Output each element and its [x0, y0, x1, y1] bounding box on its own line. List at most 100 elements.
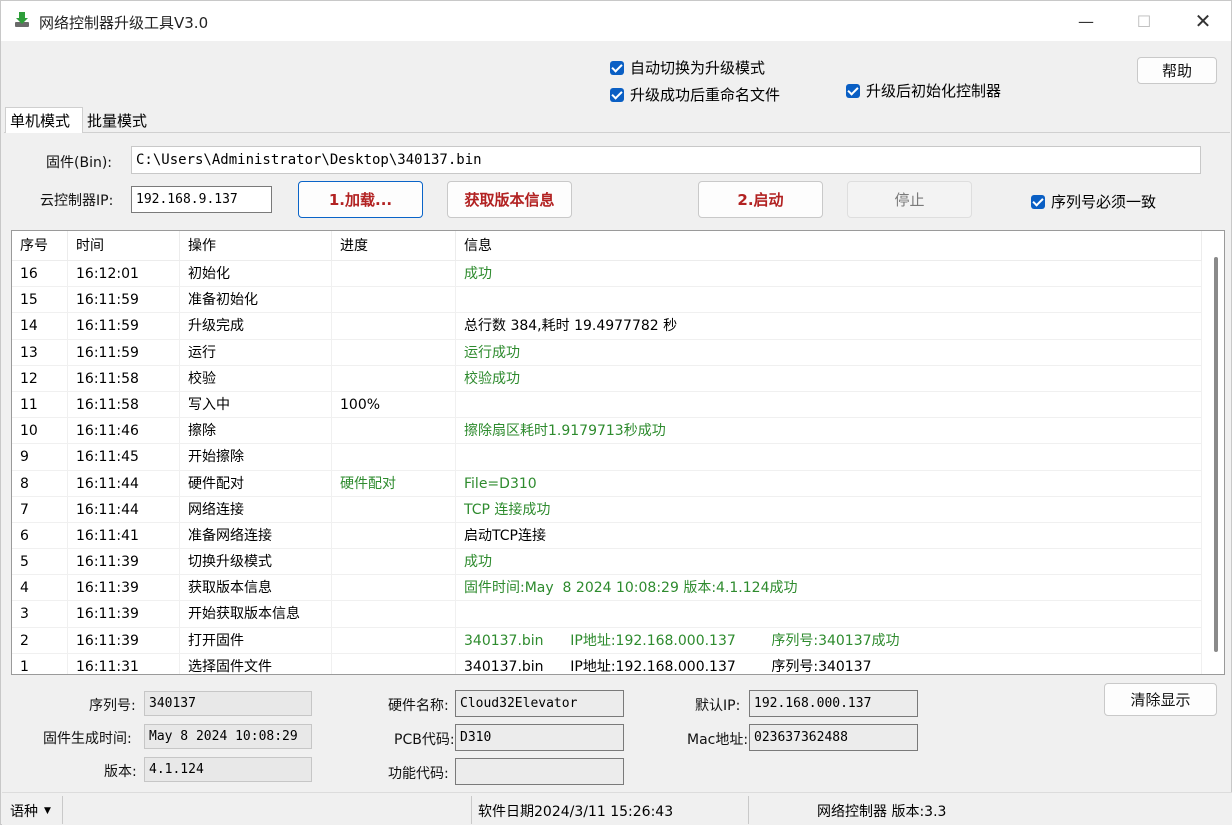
cell-time: 16:11:39 — [68, 627, 180, 654]
cell-time: 16:11:39 — [68, 575, 180, 602]
chevron-down-icon: ▼ — [44, 806, 51, 816]
cell-progress: 100% — [332, 391, 456, 418]
func-code-label: 功能代码: — [388, 766, 449, 782]
cell-operation: 写入中 — [180, 391, 332, 418]
table-row[interactable]: 11 16:11:58 写入中 100% — [12, 391, 1202, 419]
column-header-no[interactable]: 序号 — [12, 231, 68, 261]
table-row[interactable]: 1 16:11:31 选择固件文件 340137.bin IP地址:192.168.0… — [12, 653, 1202, 674]
tab-batch-mode[interactable]: 批量模式 — [83, 107, 153, 133]
cell-no: 7 — [12, 496, 68, 523]
cell-progress — [332, 496, 456, 523]
rename-after-checkbox[interactable]: 升级成功后重命名文件 — [610, 84, 780, 105]
cell-operation: 准备初始化 — [180, 287, 332, 314]
status-separator — [471, 796, 472, 824]
table-row[interactable]: 15 16:11:59 准备初始化 — [12, 287, 1202, 314]
cell-info: 成功 — [456, 261, 1202, 287]
cell-no: 12 — [12, 365, 68, 392]
tab-single-mode[interactable]: 单机模式 — [5, 107, 83, 133]
cell-time: 16:11:58 — [68, 365, 180, 392]
cell-progress — [332, 444, 456, 471]
clear-display-button[interactable]: 清除显示 — [1104, 683, 1217, 716]
table-row[interactable]: 9 16:11:45 开始擦除 — [12, 444, 1202, 471]
cell-no: 16 — [12, 261, 68, 287]
table-row[interactable]: 8 16:11:44 硬件配对 硬件配对 File=D310 — [12, 470, 1202, 497]
init-after-checkbox[interactable]: 升级后初始化控制器 — [846, 80, 1001, 101]
cell-operation: 擦除 — [180, 418, 332, 445]
column-header-operation[interactable]: 操作 — [180, 231, 332, 261]
log-list[interactable]: 序号 时间 操作 进度 信息 16 16:12:01 初始化 成功 15 16:11:59… — [11, 230, 1225, 675]
checkbox-checked-icon — [846, 83, 860, 98]
cell-progress — [332, 287, 456, 314]
cell-operation: 硬件配对 — [180, 470, 332, 497]
close-button[interactable]: ✕ — [1188, 9, 1218, 33]
default-ip-field: 192.168.000.137 — [749, 690, 918, 717]
cell-info: 总行数 384,耗时 19.4977782 秒 — [456, 313, 1202, 340]
cell-no: 6 — [12, 522, 68, 549]
cell-time: 16:11:39 — [68, 549, 180, 576]
firmware-label: 固件(Bin): — [46, 155, 113, 171]
checkbox-checked-icon — [610, 87, 624, 102]
firmware-path-input[interactable]: C:\Users\Administrator\Desktop\340137.bi… — [131, 146, 1201, 174]
cell-operation: 网络连接 — [180, 496, 332, 523]
auto-switch-checkbox[interactable]: 自动切换为升级模式 — [610, 57, 765, 78]
cell-time: 16:11:41 — [68, 522, 180, 549]
cell-info: TCP 连接成功 — [456, 496, 1202, 523]
log-list-header: 序号 时间 操作 进度 信息 — [12, 231, 1202, 261]
cell-no: 5 — [12, 549, 68, 576]
table-row[interactable]: 13 16:11:59 运行 运行成功 — [12, 339, 1202, 366]
column-header-time[interactable]: 时间 — [68, 231, 180, 261]
build-time-label: 固件生成时间: — [43, 731, 132, 747]
func-code-field — [455, 758, 624, 785]
language-label: 语种 — [10, 804, 38, 820]
start-button[interactable]: 2.启动 — [698, 181, 823, 218]
cell-operation: 打开固件 — [180, 627, 332, 654]
product-version: 网络控制器 版本:3.3 — [817, 804, 947, 820]
status-separator — [62, 796, 63, 824]
version-field: 4.1.124 — [144, 757, 312, 782]
table-row[interactable]: 12 16:11:58 校验 校验成功 — [12, 365, 1202, 392]
stop-button[interactable]: 停止 — [847, 181, 972, 218]
column-header-progress[interactable]: 进度 — [332, 231, 456, 261]
table-row[interactable]: 6 16:11:41 准备网络连接 启动TCP连接 — [12, 522, 1202, 550]
build-time-field: May 8 2024 10:08:29 — [144, 724, 312, 749]
title-bar: 网络控制器升级工具V3.0 — ☐ ✕ — [1, 1, 1231, 41]
cell-progress: 硬件配对 — [332, 470, 456, 497]
cell-operation: 初始化 — [180, 261, 332, 287]
help-button[interactable]: 帮助 — [1137, 57, 1217, 84]
cell-operation: 切换升级模式 — [180, 549, 332, 576]
cell-no: 10 — [12, 418, 68, 445]
cell-info: 固件时间:May 8 2024 10:08:29 版本:4.1.124成功 — [456, 575, 1202, 602]
cell-time: 16:11:44 — [68, 470, 180, 497]
cell-time: 16:11:45 — [68, 444, 180, 471]
table-row[interactable]: 5 16:11:39 切换升级模式 成功 — [12, 549, 1202, 576]
table-row[interactable]: 7 16:11:44 网络连接 TCP 连接成功 — [12, 496, 1202, 523]
cell-info — [456, 444, 1202, 471]
scrollbar-thumb[interactable] — [1214, 257, 1218, 652]
language-dropdown[interactable]: 语种 ▼ — [10, 801, 51, 821]
serial-match-checkbox[interactable]: 序列号必须一致 — [1031, 191, 1156, 212]
serial-field: 340137 — [144, 691, 312, 716]
load-button[interactable]: 1.加载... — [298, 181, 423, 218]
table-row[interactable]: 3 16:11:39 开始获取版本信息 — [12, 601, 1202, 628]
vertical-scrollbar[interactable] — [1210, 233, 1222, 673]
column-header-info[interactable]: 信息 — [456, 231, 1202, 261]
table-row[interactable]: 4 16:11:39 获取版本信息 固件时间:May 8 2024 10:08:29 … — [12, 575, 1202, 602]
cell-operation: 选择固件文件 — [180, 653, 332, 674]
hw-name-field: Cloud32Elevator — [455, 690, 624, 717]
cloud-ip-input[interactable]: 192.168.9.137 — [131, 186, 272, 213]
cell-progress — [332, 365, 456, 392]
table-row[interactable]: 16 16:12:01 初始化 成功 — [12, 261, 1202, 288]
minimize-button[interactable]: — — [1071, 9, 1101, 33]
cell-no: 3 — [12, 601, 68, 628]
app-window: 网络控制器升级工具V3.0 — ☐ ✕ 自动切换为升级模式 升级成功后重命名文件… — [0, 0, 1232, 825]
table-row[interactable]: 2 16:11:39 打开固件 340137.bin IP地址:192.168.000… — [12, 627, 1202, 654]
get-version-button[interactable]: 获取版本信息 — [447, 181, 572, 218]
table-row[interactable]: 14 16:11:59 升级完成 总行数 384,耗时 19.4977782 秒 — [12, 313, 1202, 340]
cell-progress — [332, 549, 456, 576]
cell-operation: 开始擦除 — [180, 444, 332, 471]
cell-info: 启动TCP连接 — [456, 522, 1202, 549]
maximize-button[interactable]: ☐ — [1129, 9, 1159, 33]
table-row[interactable]: 10 16:11:46 擦除 擦除扇区耗时1.9179713秒成功 — [12, 418, 1202, 445]
cell-operation: 开始获取版本信息 — [180, 601, 332, 628]
cell-progress — [332, 601, 456, 628]
